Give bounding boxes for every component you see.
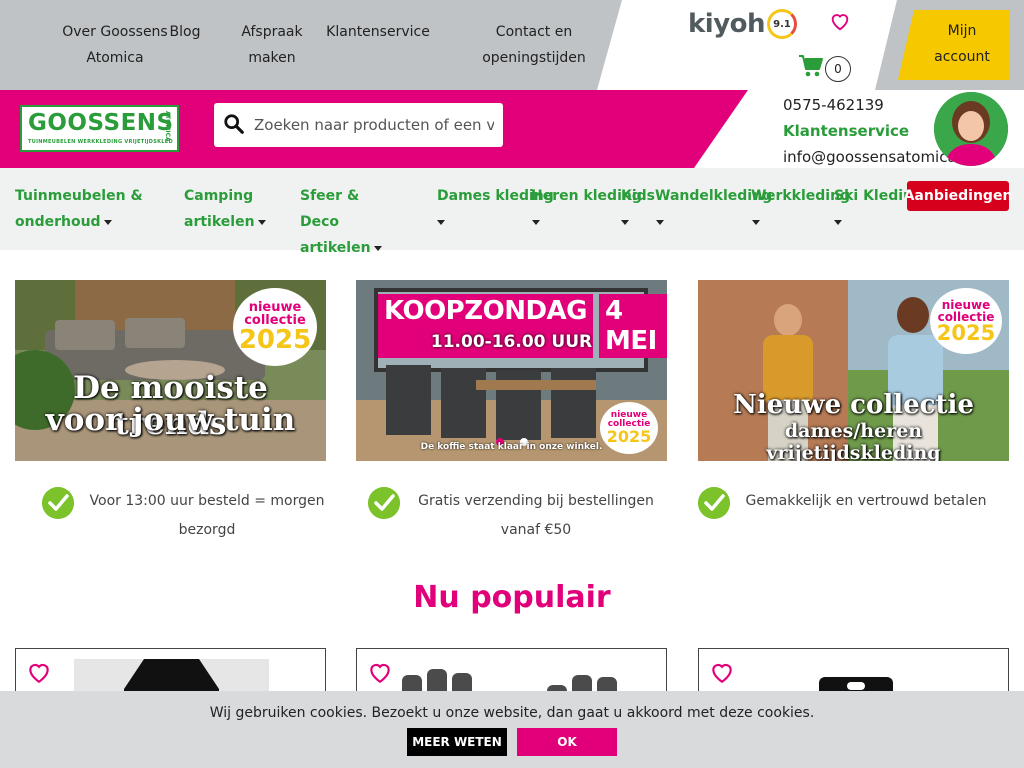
checkmark-icon xyxy=(42,487,74,519)
kiyoh-rating[interactable]: kiyoh 9.1 xyxy=(688,8,798,40)
cookie-banner: Wij gebruiken cookies. Bezoekt u onze we… xyxy=(0,691,1024,768)
logo-text: GOOSSENS xyxy=(28,110,174,136)
contact-block: 0575-462139 Klantenservice info@goossens… xyxy=(783,92,953,170)
chevron-down-icon xyxy=(103,219,112,225)
sticker-year: 2025 xyxy=(238,325,312,355)
nav-garden-furniture[interactable]: Tuinmeubelen & onderhoud xyxy=(15,183,155,235)
cart-count-badge[interactable]: 0 xyxy=(825,56,851,82)
usp-line-2: vanaf €50 xyxy=(500,522,572,538)
usp-safe-payment: Gemakkelijk en vertrouwd betalen xyxy=(698,487,998,519)
kiyoh-score: 9.1 xyxy=(767,9,798,39)
topnav-link-customer-service[interactable]: Klantenservice xyxy=(326,19,430,45)
kiyoh-logo: kiyoh xyxy=(688,9,766,39)
chevron-down-icon[interactable] xyxy=(621,220,629,225)
nav-camping-label: Camping artikelen xyxy=(184,188,255,230)
chevron-down-icon[interactable] xyxy=(437,220,445,225)
nav-camping[interactable]: Camping artikelen xyxy=(184,183,274,235)
cookie-accept-button[interactable]: OK xyxy=(517,728,617,756)
main-navigation: Tuinmeubelen & onderhoud Camping artikel… xyxy=(0,168,1024,256)
search-input[interactable] xyxy=(254,109,494,141)
wishlist-heart-icon[interactable] xyxy=(829,10,851,32)
wishlist-heart-icon[interactable] xyxy=(709,659,735,685)
koopzondag-time: 11.00-16.00 UUR xyxy=(430,332,593,352)
banner-headline-2: voor jouw tuin xyxy=(45,402,296,438)
chevron-down-icon[interactable] xyxy=(532,220,540,225)
usp-line-2: bezorgd xyxy=(178,522,236,538)
my-account-link[interactable]: Mijn account xyxy=(918,18,1006,70)
usp-line-1: Gemakkelijk en vertrouwd betalen xyxy=(745,493,987,509)
logo-side-text: ATOMICA xyxy=(164,111,171,142)
banner-new-collection-clothing[interactable]: nieuwe collectie 2025 Nieuwe collectie d… xyxy=(698,280,1009,461)
banner-koopzondag[interactable]: KOOPZONDAG 4 MEI 11.00-16.00 UUR nieuwe … xyxy=(356,280,667,461)
sticker-year: 2025 xyxy=(936,320,996,345)
nav-decor-label: Sfeer & Deco artikelen xyxy=(300,188,371,256)
checkmark-icon xyxy=(698,487,730,519)
new-collection-sticker: nieuwe collectie 2025 xyxy=(233,288,317,366)
nav-decor[interactable]: Sfeer & Deco artikelen xyxy=(300,183,400,261)
usp-free-shipping: Gratis verzending bij bestellingen vanaf… xyxy=(368,487,668,545)
banner-headline-2: dames/heren vrijetijdskleding xyxy=(766,420,941,461)
checkmark-icon xyxy=(368,487,400,519)
sticker-line-1: nieuwe xyxy=(941,297,991,312)
search-box xyxy=(214,103,503,147)
chevron-down-icon xyxy=(373,245,382,251)
wishlist-heart-icon[interactable] xyxy=(26,659,52,685)
chevron-down-icon[interactable] xyxy=(752,220,760,225)
offers-button[interactable]: Aanbiedingen xyxy=(904,181,1012,211)
wishlist-heart-icon[interactable] xyxy=(367,659,393,685)
shopping-cart-icon[interactable] xyxy=(798,53,824,79)
goossens-logo[interactable]: GOOSSENS TUINMEUBELEN WERKKLEDING VRIJET… xyxy=(20,105,179,152)
nav-kids[interactable]: Kids xyxy=(621,183,655,209)
koopzondag-footer: De koffie staat klaar in onze winkel. xyxy=(420,442,603,452)
chevron-down-icon[interactable] xyxy=(834,220,842,225)
logo-tagline: TUINMEUBELEN WERKKLEDING VRIJETIJDSKLEDI… xyxy=(28,139,173,145)
usp-text: Gratis verzending bij bestellingen vanaf… xyxy=(406,487,666,545)
usp-line-1: Voor 13:00 uur besteld = morgen xyxy=(89,493,325,509)
cookie-message: Wij gebruiken cookies. Bezoekt u onze we… xyxy=(209,705,815,721)
usp-line-1: Gratis verzending bij bestellingen xyxy=(418,493,654,509)
usp-text: Gemakkelijk en vertrouwd betalen xyxy=(736,487,996,519)
banner-headline-1: Nieuwe collectie xyxy=(733,390,974,420)
usp-next-day-delivery: Voor 13:00 uur besteld = morgen bezorgd xyxy=(42,487,332,545)
usp-text: Voor 13:00 uur besteld = morgen bezorgd xyxy=(82,487,332,545)
chevron-down-icon xyxy=(257,219,266,225)
cookie-more-info-button[interactable]: MEER WETEN xyxy=(407,728,507,756)
nav-garden-furniture-label: Tuinmeubelen & onderhoud xyxy=(15,188,143,230)
new-collection-sticker: nieuwe collectie 2025 xyxy=(930,288,1002,354)
topnav-link-blog[interactable]: Blog xyxy=(160,19,210,45)
chevron-down-icon[interactable] xyxy=(656,220,664,225)
search-icon[interactable] xyxy=(223,113,245,135)
email-link[interactable]: info@goossensatomica.nl xyxy=(783,144,953,170)
popular-section-title: Nu populair xyxy=(413,580,611,615)
topnav-link-contact[interactable]: Contact en openingstijden xyxy=(480,19,588,71)
banner-garden-trends[interactable]: nieuwe collectie 2025 De mooiste trends … xyxy=(15,280,326,461)
topnav-link-appointment[interactable]: Afspraak maken xyxy=(238,19,306,71)
service-agent-avatar xyxy=(934,92,1008,166)
customer-service-link[interactable]: Klantenservice xyxy=(783,118,953,144)
phone-number[interactable]: 0575-462139 xyxy=(783,92,953,118)
